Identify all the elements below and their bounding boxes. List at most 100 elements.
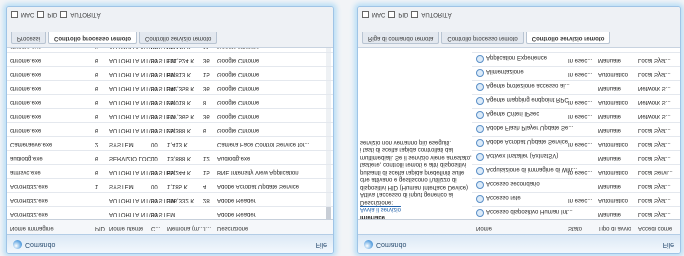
table-cell: AUTORITÀ NT\SYSTEM [109, 169, 176, 175]
table-row[interactable]: AcroRd32.exe AUTORITÀ NT\SYSTEM 00 396,332 … [7, 192, 333, 206]
table-row[interactable]: Cameraeve.exe 2 SYSTEM 00 1,413 K Camera Face… [7, 136, 333, 150]
services-window: Comando File Interface Avvia il servizio… [357, 6, 681, 254]
table-cell: AcroRd32.exe [10, 183, 49, 189]
table-row[interactable]: Agente mapping endpoint RPC In esec... Aut… [472, 94, 680, 108]
table-row[interactable]: chrome.exe 6 AUTORITÀ NT\SYSTEM 00 25,388 K 6… [7, 122, 333, 136]
table-row[interactable]: Acquisizione di immagine di Win... In ese… [472, 164, 680, 178]
table-row[interactable]: armsvc.exe 6 AUTORITÀ NT\SYSTEM 00 65,244 K 1… [7, 164, 333, 178]
column-header[interactable]: Tipo di avvio [598, 225, 631, 231]
service-gear-icon [476, 153, 484, 161]
table-cell: Local Servi... [638, 169, 673, 175]
table-row[interactable]: Accesso dispositivo Human Int... Manuale L… [472, 206, 680, 220]
table-cell: Agente protezione accesso ai... [476, 82, 570, 91]
column-header[interactable]: Memoria (m... [167, 225, 204, 231]
table-row[interactable]: Adobe Acrobat Update Service In esec... Au… [472, 136, 680, 150]
service-name: Adobe Acrobat Update Service [486, 138, 569, 144]
table-row[interactable]: Accesso secondario Manuale Local Syst... [472, 178, 680, 192]
table-header-row[interactable]: Nome Stato Tipo di avvio Accedi come [358, 219, 680, 234]
table-cell: chrome.exe [10, 127, 42, 133]
table-cell: Accesso secondario [476, 180, 540, 189]
table-cell: Alimentazione [476, 68, 524, 77]
column-header[interactable]: T... [203, 225, 211, 231]
service-name: Accesso secondario [486, 180, 540, 186]
mac-checkbox[interactable] [362, 11, 369, 18]
table-cell: In esec... [568, 141, 593, 147]
table-row[interactable]: AcroRd32.exe AUTORITÀ NT\SYSTEM 00 Adobe Re… [7, 206, 333, 220]
service-gear-icon [476, 55, 484, 63]
column-header[interactable]: Nome immagine [10, 225, 54, 231]
process-table: Nome immagine PID Nome utente C... Memoria (… [7, 48, 333, 234]
table-cell: Application Experience [476, 54, 547, 63]
table-cell: AUTORITÀ NT\SYSTEM [109, 113, 176, 119]
table-cell: Google Chrome [217, 99, 260, 105]
services-table: Interface Avvia il servizio Descrizione:… [358, 48, 680, 234]
window-header: Comando File [7, 234, 333, 253]
table-row[interactable]: chrome.exe 6 AUTORITÀ NT\SYSTEM 00 342,358 K… [7, 80, 333, 94]
column-header[interactable]: Descrizione [217, 225, 248, 231]
table-row[interactable]: chrome.exe 6 AUTORITÀ NT\SYSTEM 00 121,524 K… [7, 52, 333, 66]
table-cell: Network S... [638, 99, 671, 105]
service-description-panel: Interface Avvia il servizio Descrizione:… [360, 138, 472, 220]
file-menu[interactable]: File [316, 241, 327, 248]
pid-checkbox[interactable] [388, 11, 396, 18]
table-row[interactable]: AcroRd32.exe 1 SYSTEM 00 1,185 K 4 Adobe Acrob… [7, 178, 333, 192]
table-row[interactable]: chrome.exe 6 AUTORITÀ NT\SYSTEM 00 107,365 K… [7, 108, 333, 122]
column-header[interactable]: Stato [568, 225, 582, 231]
service-gear-icon [476, 181, 484, 189]
table-row[interactable]: chrome.exe 6 AUTORITÀ NT\SYSTEM00 81,448 K 1… [7, 48, 333, 52]
table-row[interactable]: Agente Criteri IPsec In esec... Manuale Net… [472, 108, 680, 122]
table-cell: 396,332 K [167, 197, 195, 203]
app-logo-icon [364, 240, 373, 249]
table-cell: audiodg.exe [10, 155, 43, 161]
table-cell: Accesso rete [476, 194, 521, 203]
table-row[interactable]: Alimentazione In esec... Automatico Local S… [472, 66, 680, 80]
table-cell: chrome.exe [10, 85, 42, 91]
tab-2[interactable]: Controllo servizio remoto [139, 32, 218, 44]
table-cell: 00 [151, 85, 158, 91]
window-footer: Processi Controllo processo remoto Control… [7, 7, 333, 48]
tab-2[interactable]: Controllo servizio remoto [525, 32, 611, 44]
table-row[interactable]: Application Experience In esec... Manuale L… [472, 52, 680, 66]
table-cell: 00 [151, 99, 158, 105]
table-cell: 6 [95, 48, 98, 49]
tab-1[interactable]: Controllo processo remoto [48, 32, 138, 44]
tab-1[interactable]: Controllo processo remoto [441, 32, 524, 44]
authority-checkbox[interactable] [60, 11, 68, 18]
window-header: Comando File [358, 234, 680, 253]
table-cell: 6 [95, 127, 99, 133]
service-gear-icon [476, 111, 484, 119]
table-cell: Manuale [598, 85, 622, 91]
table-row[interactable]: audiodg.exe 6 SERVIZIO LOC... 00 13,888 K 12 A… [7, 150, 333, 164]
table-cell: chrome.exe [10, 99, 42, 105]
service-name: Alimentazione [486, 68, 524, 74]
column-header[interactable]: C... [151, 225, 160, 231]
status-bar: MAC PID AUTORITÀ [362, 11, 452, 18]
authority-checkbox[interactable] [411, 11, 419, 18]
table-cell: 12 [203, 155, 210, 161]
column-header[interactable]: PID [95, 225, 105, 231]
table-row[interactable]: Agente protezione accesso ai... Manuale Ne… [472, 80, 680, 94]
table-cell: 6 [95, 99, 99, 105]
table-row[interactable]: chrome.exe 6 AUTORITÀ NT\SYSTEM 00 69,813 K 1… [7, 66, 333, 80]
table-cell: Automatico [598, 71, 629, 77]
service-name: Application Experience [486, 54, 548, 60]
table-row[interactable]: Accesso rete In esec... Automatico Local Sy… [472, 192, 680, 206]
start-service-link[interactable]: Avvia il servizio [360, 205, 472, 213]
pid-checkbox[interactable] [37, 11, 45, 18]
column-header[interactable]: Accedi come [638, 225, 672, 231]
column-header[interactable]: Nome [476, 225, 492, 231]
column-header[interactable]: Nome utente [109, 225, 143, 231]
status-label: MAC [372, 11, 386, 18]
table-cell: In esec... [568, 197, 593, 203]
table-header-row[interactable]: Nome immagine PID Nome utente C... Memoria (… [7, 219, 333, 234]
table-cell: AcroRd32.exe [10, 197, 49, 203]
description-label: Descrizione: [360, 199, 394, 205]
tab-0[interactable]: Riga di comando remota [362, 32, 440, 44]
mac-checkbox[interactable] [11, 11, 18, 18]
table-row[interactable]: chrome.exe 6 AUTORITÀ NT\SYSTEM 00 26,018 K 8… [7, 94, 333, 108]
table-row[interactable]: Adobe Flash Player Update Se... Manuale Lo… [472, 122, 680, 136]
file-menu[interactable]: File [663, 241, 674, 248]
tab-0[interactable]: Processi [11, 32, 47, 44]
status-label: PID [47, 11, 58, 18]
table-row[interactable]: Activex Installer (AxInstSV) Manuale Local… [472, 150, 680, 164]
